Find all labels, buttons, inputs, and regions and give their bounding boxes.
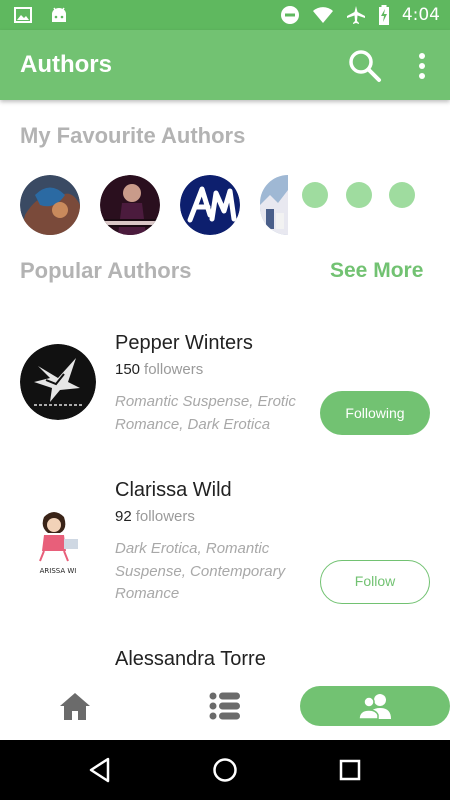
author-name[interactable]: Clarissa Wild: [115, 479, 232, 502]
wifi-icon: [312, 7, 333, 23]
pager-dot: [346, 182, 372, 208]
author-avatar[interactable]: ARISSA WI: [20, 503, 96, 579]
follower-count-value: 92: [115, 508, 132, 525]
bottom-tab-bar: [0, 676, 450, 740]
pager-dot: [302, 182, 328, 208]
popular-authors-title: Popular Authors: [20, 258, 192, 283]
author-avatar[interactable]: [20, 344, 96, 420]
author-name[interactable]: Pepper Winters: [115, 332, 253, 355]
follower-count-label: followers: [144, 361, 204, 378]
image-icon: [14, 7, 32, 23]
airplane-icon: [346, 6, 365, 24]
pager-dot: [389, 182, 415, 208]
follower-count: 92 followers: [115, 508, 195, 525]
tab-list[interactable]: [190, 686, 260, 726]
status-bar: 4:04: [0, 0, 450, 30]
back-icon[interactable]: [86, 756, 114, 784]
home-icon: [60, 693, 90, 720]
favourites-title: My Favourite Authors: [20, 123, 246, 148]
author-name[interactable]: Alessandra Torre: [115, 648, 266, 671]
list-icon: [209, 692, 240, 720]
follower-count-label: followers: [135, 508, 195, 525]
clock: 4:04: [401, 5, 440, 25]
people-icon: [358, 694, 391, 720]
favourite-author-avatar[interactable]: [180, 175, 240, 235]
android-icon: [52, 7, 66, 22]
svg-text:ARISSA WI: ARISSA WI: [40, 567, 77, 575]
app-bar: Authors: [0, 30, 450, 100]
follower-count-value: 150: [115, 361, 141, 378]
search-icon[interactable]: [348, 49, 382, 83]
follow-button[interactable]: Follow: [320, 560, 430, 604]
recents-icon[interactable]: [336, 756, 364, 784]
battery-charging-icon: [378, 5, 389, 25]
tab-authors[interactable]: [300, 686, 450, 726]
favourite-author-avatar[interactable]: [260, 175, 288, 235]
author-genres: Dark Erotica, Romantic Suspense, Contemp…: [115, 540, 286, 602]
see-more-link[interactable]: See More: [330, 259, 423, 283]
favourite-author-avatar[interactable]: [20, 175, 80, 235]
home-button-icon[interactable]: [211, 756, 239, 784]
favourite-author-avatar[interactable]: [100, 175, 160, 235]
more-vert-icon[interactable]: [412, 52, 432, 80]
following-button[interactable]: Following: [320, 391, 430, 435]
author-genres: Romantic Suspense, Erotic Romance, Dark …: [115, 393, 296, 433]
follower-count: 150 followers: [115, 361, 203, 378]
tab-home[interactable]: [40, 686, 110, 726]
system-navigation-bar: [0, 740, 450, 800]
page-title: Authors: [20, 51, 112, 78]
do-not-disturb-icon: [280, 6, 299, 24]
